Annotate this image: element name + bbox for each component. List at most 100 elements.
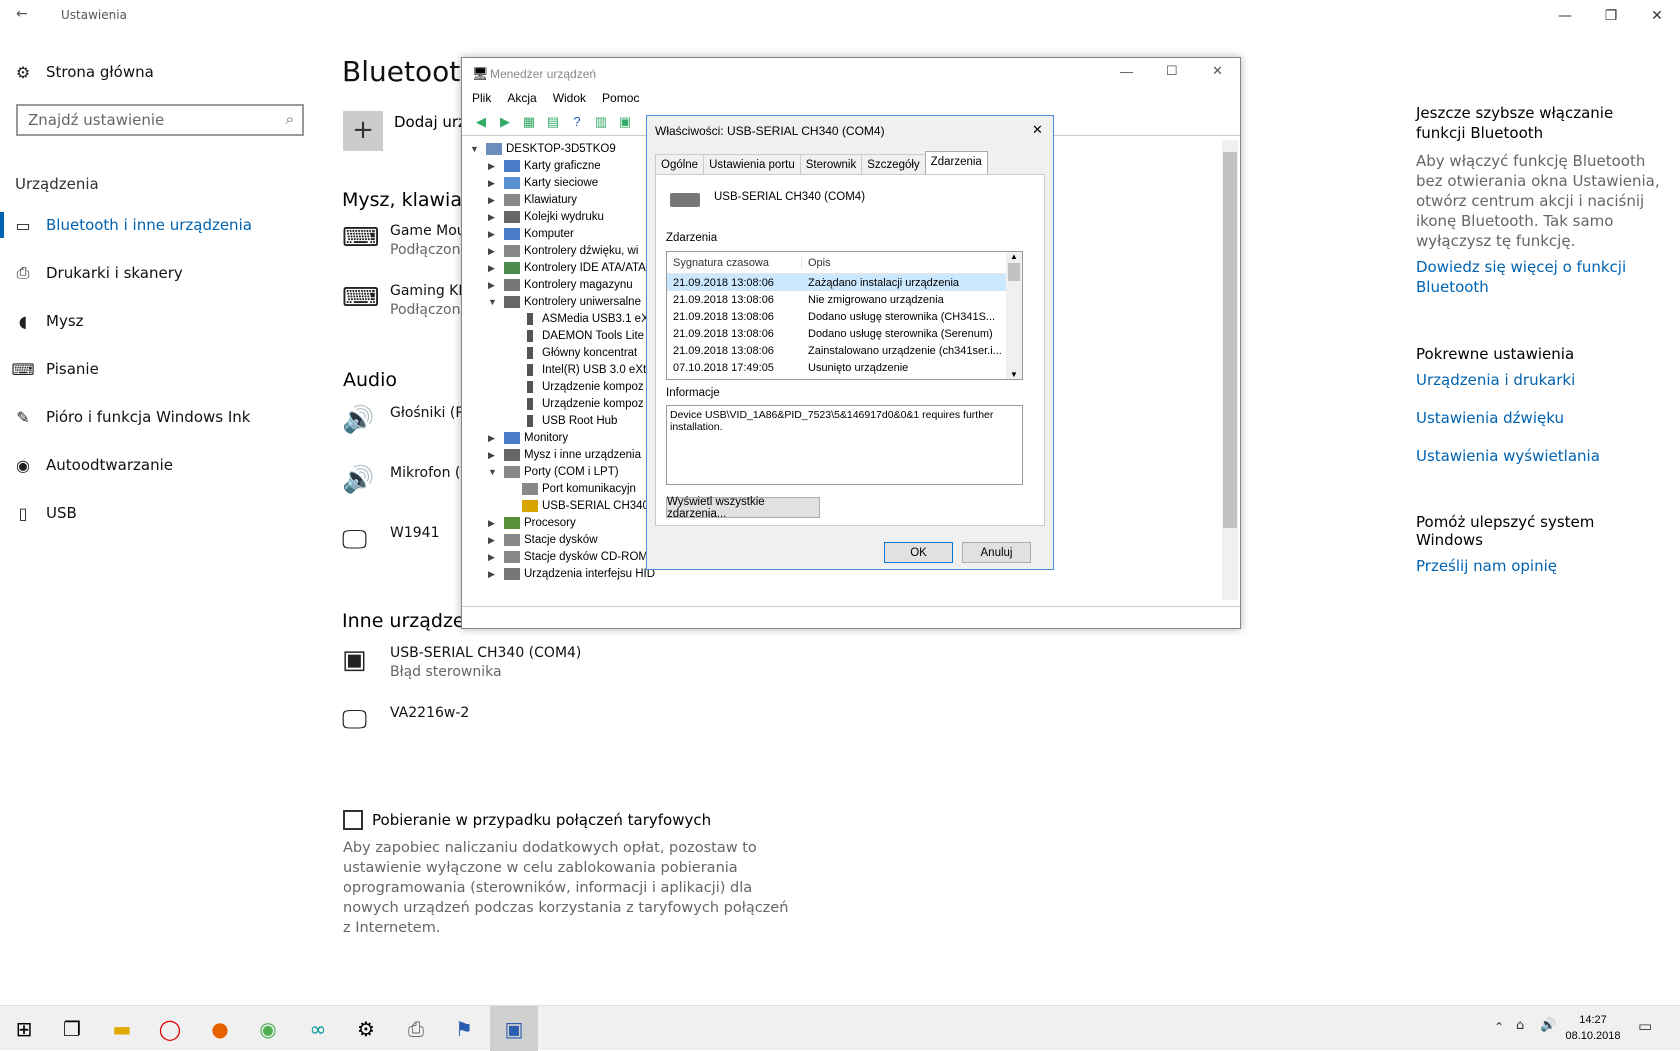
metered-checkbox[interactable] xyxy=(343,810,363,830)
back-arrow-icon[interactable]: ◀ xyxy=(472,114,490,130)
tab-events[interactable]: Zdarzenia xyxy=(924,151,988,174)
dialog-close-button[interactable]: ✕ xyxy=(1032,122,1043,138)
tree-node[interactable]: Intel(R) USB 3.0 eXt xyxy=(506,361,646,379)
dm-minimize-button[interactable]: — xyxy=(1120,64,1133,79)
tab-general[interactable]: Ogólne xyxy=(655,154,705,174)
network-icon[interactable]: ⌂ xyxy=(1516,1018,1524,1033)
chevron-down-icon[interactable]: ▼ xyxy=(488,297,504,307)
nav-item-typing[interactable]: ⌨ Pisanie xyxy=(0,349,320,389)
firefox-icon[interactable]: ● xyxy=(196,1006,244,1051)
properties-icon[interactable]: ▦ xyxy=(520,114,538,130)
dm-scrollbar[interactable] xyxy=(1222,140,1238,600)
chevron-right-icon[interactable]: ▶ xyxy=(488,280,504,291)
chevron-right-icon[interactable]: ▶ xyxy=(488,263,504,274)
tree-node[interactable]: ▶ Komputer xyxy=(488,225,574,243)
view-icon[interactable]: ▥ xyxy=(592,114,610,130)
tree-node[interactable]: ASMedia USB3.1 eX xyxy=(506,310,649,328)
tree-node[interactable]: USB Root Hub xyxy=(506,412,617,430)
tree-node[interactable]: Port komunikacyjn xyxy=(506,480,636,498)
chevron-right-icon[interactable]: ▶ xyxy=(488,450,504,461)
settings-icon[interactable]: ⚙ xyxy=(342,1006,390,1051)
tree-node[interactable]: ▼ Porty (COM i LPT) xyxy=(488,463,619,481)
device-row[interactable]: 🖵 W1941 xyxy=(342,525,439,556)
scan-icon[interactable]: ▣ xyxy=(616,114,634,130)
clock[interactable]: 14:27 08.10.2018 xyxy=(1562,1012,1624,1044)
nav-item-pen[interactable]: ✎ Pióro i funkcja Windows Ink xyxy=(0,397,320,437)
chevron-right-icon[interactable]: ▶ xyxy=(488,212,504,223)
tree-node[interactable]: ▶ Kolejki wydruku xyxy=(488,208,604,226)
chrome-icon[interactable]: ◉ xyxy=(244,1006,292,1051)
device-manager-taskbar-icon[interactable]: ▣ xyxy=(490,1006,538,1051)
sound-settings-link[interactable]: Ustawienia dźwięku xyxy=(1416,409,1661,427)
events-list[interactable]: Sygnatura czasowa Opis 21.09.2018 13:08:0… xyxy=(666,251,1023,380)
tray-chevron-icon[interactable]: ⌃ xyxy=(1494,1020,1504,1034)
chevron-right-icon[interactable]: ▶ xyxy=(488,433,504,444)
volume-icon[interactable]: 🔊 xyxy=(1540,1018,1556,1033)
chevron-right-icon[interactable]: ▶ xyxy=(488,178,504,189)
task-view-icon[interactable]: ❐ xyxy=(48,1006,96,1051)
learn-more-link[interactable]: Dowiedz się więcej o funkcji Bluetooth xyxy=(1416,257,1661,297)
nav-item-autoplay[interactable]: ◉ Autoodtwarzanie xyxy=(0,445,320,485)
start-button[interactable]: ⊞ xyxy=(0,1006,48,1051)
tree-node[interactable]: Urządzenie kompoz xyxy=(506,395,644,413)
tree-node[interactable]: ▼ Kontrolery uniwersalne xyxy=(488,293,641,311)
tree-node[interactable]: ▶ Urządzenia interfejsu HID xyxy=(488,565,655,583)
ok-button[interactable]: OK xyxy=(884,542,953,563)
event-row[interactable]: 07.10.2018 17:49:05 Usunięto urządzenie xyxy=(667,359,1022,376)
menu-file[interactable]: Plik xyxy=(472,91,491,105)
chevron-right-icon[interactable]: ▶ xyxy=(488,195,504,206)
nav-item-usb[interactable]: ▯ USB xyxy=(0,493,320,533)
devices-printers-link[interactable]: Urządzenia i drukarki xyxy=(1416,371,1661,389)
tree-node[interactable]: ▶ Klawiatury xyxy=(488,191,577,209)
tree-node[interactable]: ▶ Monitory xyxy=(488,429,568,447)
column-header-description[interactable]: Opis xyxy=(802,257,1002,269)
events-scrollbar[interactable]: ▲ ▼ xyxy=(1006,252,1022,379)
display-settings-link[interactable]: Ustawienia wyświetlania xyxy=(1416,447,1661,465)
nav-home[interactable]: ⚙ Strona główna xyxy=(0,52,320,92)
tree-node[interactable]: ▶ Mysz i inne urządzenia xyxy=(488,446,641,464)
nav-item-bluetooth[interactable]: ▭ Bluetooth i inne urządzenia xyxy=(0,205,320,245)
feedback-link[interactable]: Prześlij nam opinię xyxy=(1416,557,1661,575)
event-row[interactable]: 21.09.2018 13:08:06 Dodano usługę sterown… xyxy=(667,308,1022,325)
tree-node[interactable]: ▶ Kontrolery dźwięku, wi xyxy=(488,242,638,260)
menu-help[interactable]: Pomoc xyxy=(602,91,639,105)
tree-node[interactable]: Urządzenie kompoz xyxy=(506,378,644,396)
back-arrow-icon[interactable]: ← xyxy=(16,6,28,22)
chevron-right-icon[interactable]: ▶ xyxy=(488,569,504,580)
file-explorer-icon[interactable]: ▬ xyxy=(98,1006,146,1051)
chevron-right-icon[interactable]: ▶ xyxy=(488,161,504,172)
cancel-button[interactable]: Anuluj xyxy=(962,542,1031,563)
tree-root[interactable]: ▼ DESKTOP-3D5TKO9 xyxy=(470,140,616,158)
device-row[interactable]: 🖵 VA2216w-2 xyxy=(342,705,469,736)
tree-node[interactable]: USB-SERIAL CH340 xyxy=(506,497,649,515)
dm-close-button[interactable]: ✕ xyxy=(1212,63,1223,79)
printer-app-icon[interactable]: ⎙ xyxy=(392,1006,440,1051)
chevron-down-icon[interactable]: ▼ xyxy=(488,467,504,477)
search-input[interactable]: Znajdź ustawienie ⌕ xyxy=(16,104,304,136)
tab-driver[interactable]: Sterownik xyxy=(799,154,863,174)
tree-node[interactable]: DAEMON Tools Lite xyxy=(506,327,644,345)
nav-item-printers[interactable]: ⎙ Drukarki i skanery xyxy=(0,253,320,293)
minimize-button[interactable]: — xyxy=(1542,0,1588,32)
arduino-icon[interactable]: ∞ xyxy=(294,1006,342,1051)
column-header-time[interactable]: Sygnatura czasowa xyxy=(667,256,802,269)
device-row[interactable]: ▣ USB-SERIAL CH340 (COM4) Błąd sterownika xyxy=(342,645,581,680)
close-button[interactable]: ✕ xyxy=(1634,0,1680,32)
menu-action[interactable]: Akcja xyxy=(507,91,536,105)
show-all-events-button[interactable]: Wyświetl wszystkie zdarzenia... xyxy=(666,496,820,520)
tree-node[interactable]: ▶ Procesory xyxy=(488,514,576,532)
menu-view[interactable]: Widok xyxy=(553,91,586,105)
tab-details[interactable]: Szczegóły xyxy=(861,154,926,174)
device-row[interactable]: 🔊 Głośniki (R xyxy=(342,405,465,435)
event-row[interactable]: 21.09.2018 13:08:06 Zainstalowano urządze… xyxy=(667,342,1022,359)
device-row[interactable]: ⌨ Game Mou Podłączono xyxy=(342,223,469,258)
event-row[interactable]: 21.09.2018 13:08:06 Nie zmigrowano urządz… xyxy=(667,291,1022,308)
tree-node[interactable]: Główny koncentrat xyxy=(506,344,637,362)
tree-node[interactable]: ▶ Stacje dysków xyxy=(488,531,598,549)
tree-node[interactable]: ▶ Kontrolery magazynu xyxy=(488,276,633,294)
chevron-right-icon[interactable]: ▶ xyxy=(488,535,504,546)
tab-port-settings[interactable]: Ustawienia portu xyxy=(703,154,801,174)
chevron-right-icon[interactable]: ▶ xyxy=(488,518,504,529)
restore-button[interactable]: ❐ xyxy=(1588,0,1634,32)
opera-icon[interactable]: ◯ xyxy=(146,1006,194,1051)
